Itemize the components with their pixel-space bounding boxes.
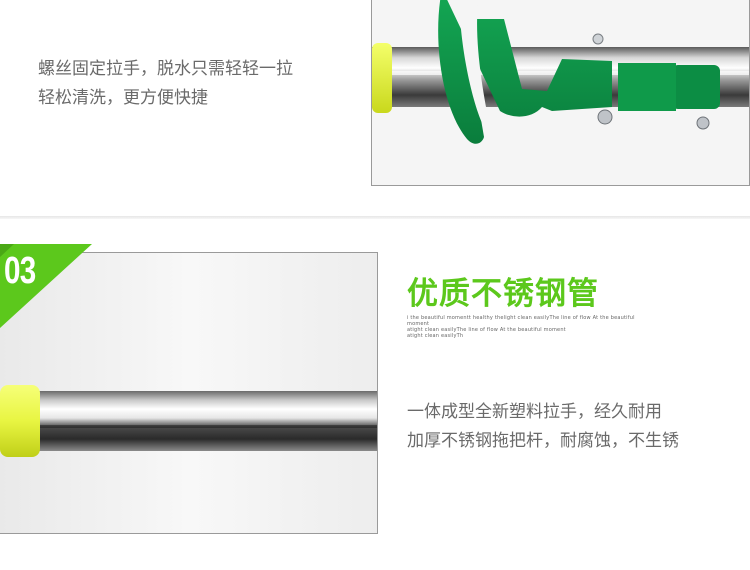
decorative-english-line-3: atight clean easilyTh xyxy=(407,333,464,339)
handle-description: 螺丝固定拉手，脱水只需轻轻一拉 轻松清洗，更方便快捷 xyxy=(38,55,358,113)
feature-heading: 优质不锈钢管 xyxy=(407,276,599,312)
screw-icon xyxy=(696,116,710,130)
pole-description: 一体成型全新塑料拉手，经久耐用 加厚不锈钢拖把杆，耐腐蚀，不生锈 xyxy=(407,398,737,456)
handle-collar xyxy=(672,65,720,109)
pole-description-line-1: 一体成型全新塑料拉手，经久耐用 xyxy=(407,402,662,422)
handle-description-line-1: 螺丝固定拉手，脱水只需轻轻一拉 xyxy=(38,59,293,79)
handle-section: 螺丝固定拉手，脱水只需轻轻一拉 轻松清洗，更方便快捷 xyxy=(0,0,750,215)
section-divider xyxy=(0,216,750,219)
screw-icon xyxy=(597,109,613,125)
yellow-end-cap xyxy=(372,43,392,113)
handle-description-line-2: 轻松清洗，更方便快捷 xyxy=(38,88,208,108)
handle-product-photo xyxy=(371,0,750,186)
pole-description-line-2: 加厚不锈钢拖把杆，耐腐蚀，不生锈 xyxy=(407,431,679,451)
badge-number: 03 xyxy=(4,250,36,292)
yellow-pole-cap xyxy=(0,385,40,457)
decorative-english-text: i the beautiful momentt healthy thelight… xyxy=(407,315,657,339)
decorative-english-line-1: i the beautiful momentt healthy thelight… xyxy=(407,315,635,327)
handle-illustration xyxy=(372,0,749,185)
steel-pole xyxy=(30,391,377,451)
screw-icon xyxy=(592,33,604,45)
